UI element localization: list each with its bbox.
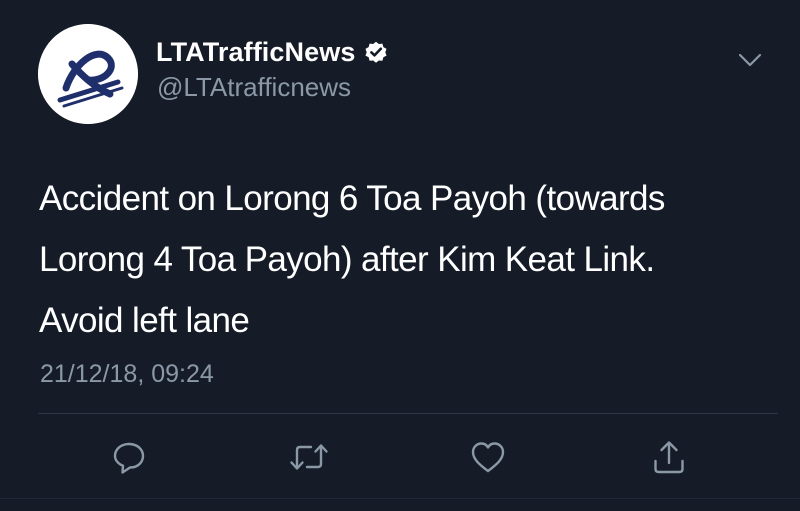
divider [38,413,778,414]
tweet-card: LTATrafficNews @LTAtrafficnews Accident … [0,0,800,511]
tweet-actions [0,432,800,482]
bottom-divider [0,498,800,499]
lta-logo-icon [38,24,138,124]
verified-badge-icon [363,39,389,65]
reply-button[interactable] [104,432,154,482]
tweet-text: Accident on Lorong 6 Toa Payoh (towards … [39,168,779,351]
tweet-text-line: Lorong 4 Toa Payoh) after Kim Keat Link. [39,240,655,279]
retweet-icon [290,444,328,470]
share-button[interactable] [644,432,694,482]
retweet-button[interactable] [284,432,334,482]
like-button[interactable] [463,432,513,482]
share-icon [654,441,684,474]
heart-icon [471,442,505,473]
author-handle[interactable]: @LTAtrafficnews [157,72,351,103]
tweet-text-line: Avoid left lane [39,301,250,340]
tweet-timestamp[interactable]: 21/12/18, 09:24 [40,360,214,389]
avatar[interactable] [38,24,138,124]
author-name-row: LTATrafficNews [156,36,389,68]
reply-icon [113,442,145,474]
chevron-down-icon[interactable] [735,48,765,72]
tweet-text-line: Accident on Lorong 6 Toa Payoh (towards [39,179,665,218]
display-name[interactable]: LTATrafficNews [156,37,355,68]
